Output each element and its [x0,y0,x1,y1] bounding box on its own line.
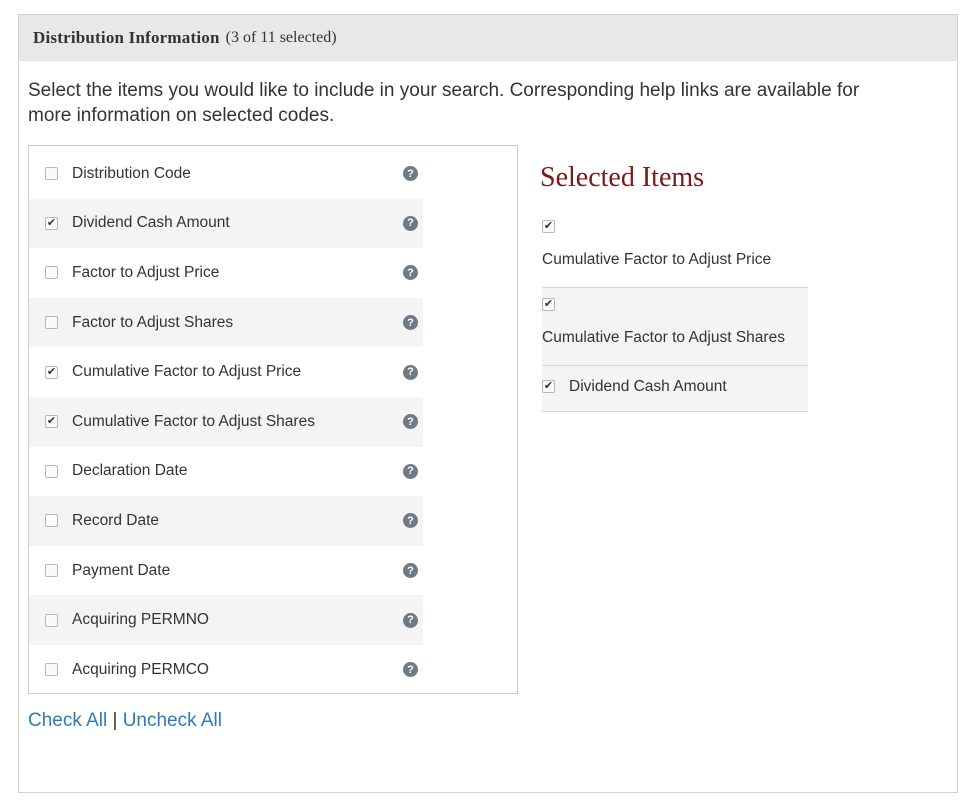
help-icon[interactable]: ? [403,364,418,380]
instructions-text: Select the items you would like to inclu… [28,80,860,126]
help-icon[interactable]: ? [403,563,418,579]
help-icon[interactable]: ? [403,215,418,231]
item-label: Acquiring PERMCO [72,660,209,678]
bulk-actions: Check All | Uncheck All [28,710,222,732]
selected-checkbox[interactable] [542,380,555,393]
uncheck-all-link[interactable]: Uncheck All [123,710,222,731]
item-label: Distribution Code [72,164,191,182]
item-label: Declaration Date [72,462,188,480]
list-item[interactable]: Distribution Code ? [29,149,423,199]
list-item[interactable]: Cumulative Factor to Adjust Shares ? [29,396,423,447]
item-label: Cumulative Factor to Adjust Price [72,363,302,381]
item-label: Cumulative Factor to Adjust Shares [72,412,315,430]
list-item[interactable]: Record Date ? [29,496,423,546]
link-separator: | [112,710,118,731]
help-icon[interactable]: ? [403,265,418,281]
list-item[interactable]: Acquiring PERMNO ? [29,595,423,645]
checkbox[interactable] [45,613,58,627]
list-item[interactable]: Declaration Date ? [29,447,423,497]
item-label: Payment Date [72,561,171,579]
list-item[interactable]: Factor to Adjust Price ? [29,248,423,298]
help-icon[interactable]: ? [403,315,418,331]
item-label: Factor to Adjust Price [72,263,220,281]
list-item[interactable]: Cumulative Factor to Adjust Price ? [29,347,423,397]
panel-title: Distribution Information [33,27,220,47]
checkbox[interactable] [45,663,58,677]
checkbox[interactable] [45,216,58,230]
help-icon[interactable]: ? [403,513,418,529]
list-item[interactable]: Payment Date ? [29,546,423,596]
selected-item[interactable]: Dividend Cash Amount [542,366,808,412]
checkbox[interactable] [45,514,58,528]
selected-item-label: Cumulative Factor to Adjust Price [542,251,772,268]
checkbox[interactable] [45,316,58,330]
panel-header[interactable]: Distribution Information (3 of 11 select… [19,15,957,61]
checkbox[interactable] [45,564,58,578]
selection-count: (3 of 11 selected) [225,28,337,46]
help-icon[interactable]: ? [403,463,418,479]
list-item[interactable]: Dividend Cash Amount ? [29,198,423,249]
item-checklist: Distribution Code ? Dividend Cash Amount… [28,145,518,694]
selected-item[interactable]: Cumulative Factor to Adjust Price [542,210,808,288]
selected-item-label: Cumulative Factor to Adjust Shares [542,329,785,346]
selected-checkbox[interactable] [542,298,555,311]
item-label: Dividend Cash Amount [72,214,230,232]
list-item[interactable]: Acquiring PERMCO ? [29,645,423,695]
item-label: Acquiring PERMNO [72,611,209,629]
selected-checkbox[interactable] [542,220,555,233]
help-icon[interactable]: ? [403,662,418,678]
checkbox[interactable] [45,464,58,478]
checkbox[interactable] [45,415,58,429]
help-icon[interactable]: ? [403,612,418,628]
item-label: Record Date [72,511,160,529]
check-all-link[interactable]: Check All [28,710,107,731]
checkbox[interactable] [45,167,58,181]
selected-item[interactable]: Cumulative Factor to Adjust Shares [542,288,808,366]
help-icon[interactable]: ? [403,414,418,430]
checkbox[interactable] [45,266,58,280]
item-label: Factor to Adjust Shares [72,313,234,331]
checkbox[interactable] [45,365,58,379]
help-icon[interactable]: ? [403,166,418,182]
selected-items-list: Cumulative Factor to Adjust Price Cumula… [542,210,808,412]
selected-item-label: Dividend Cash Amount [569,378,727,395]
selected-items-heading: Selected Items [540,162,705,193]
list-item[interactable]: Factor to Adjust Shares ? [29,297,423,348]
